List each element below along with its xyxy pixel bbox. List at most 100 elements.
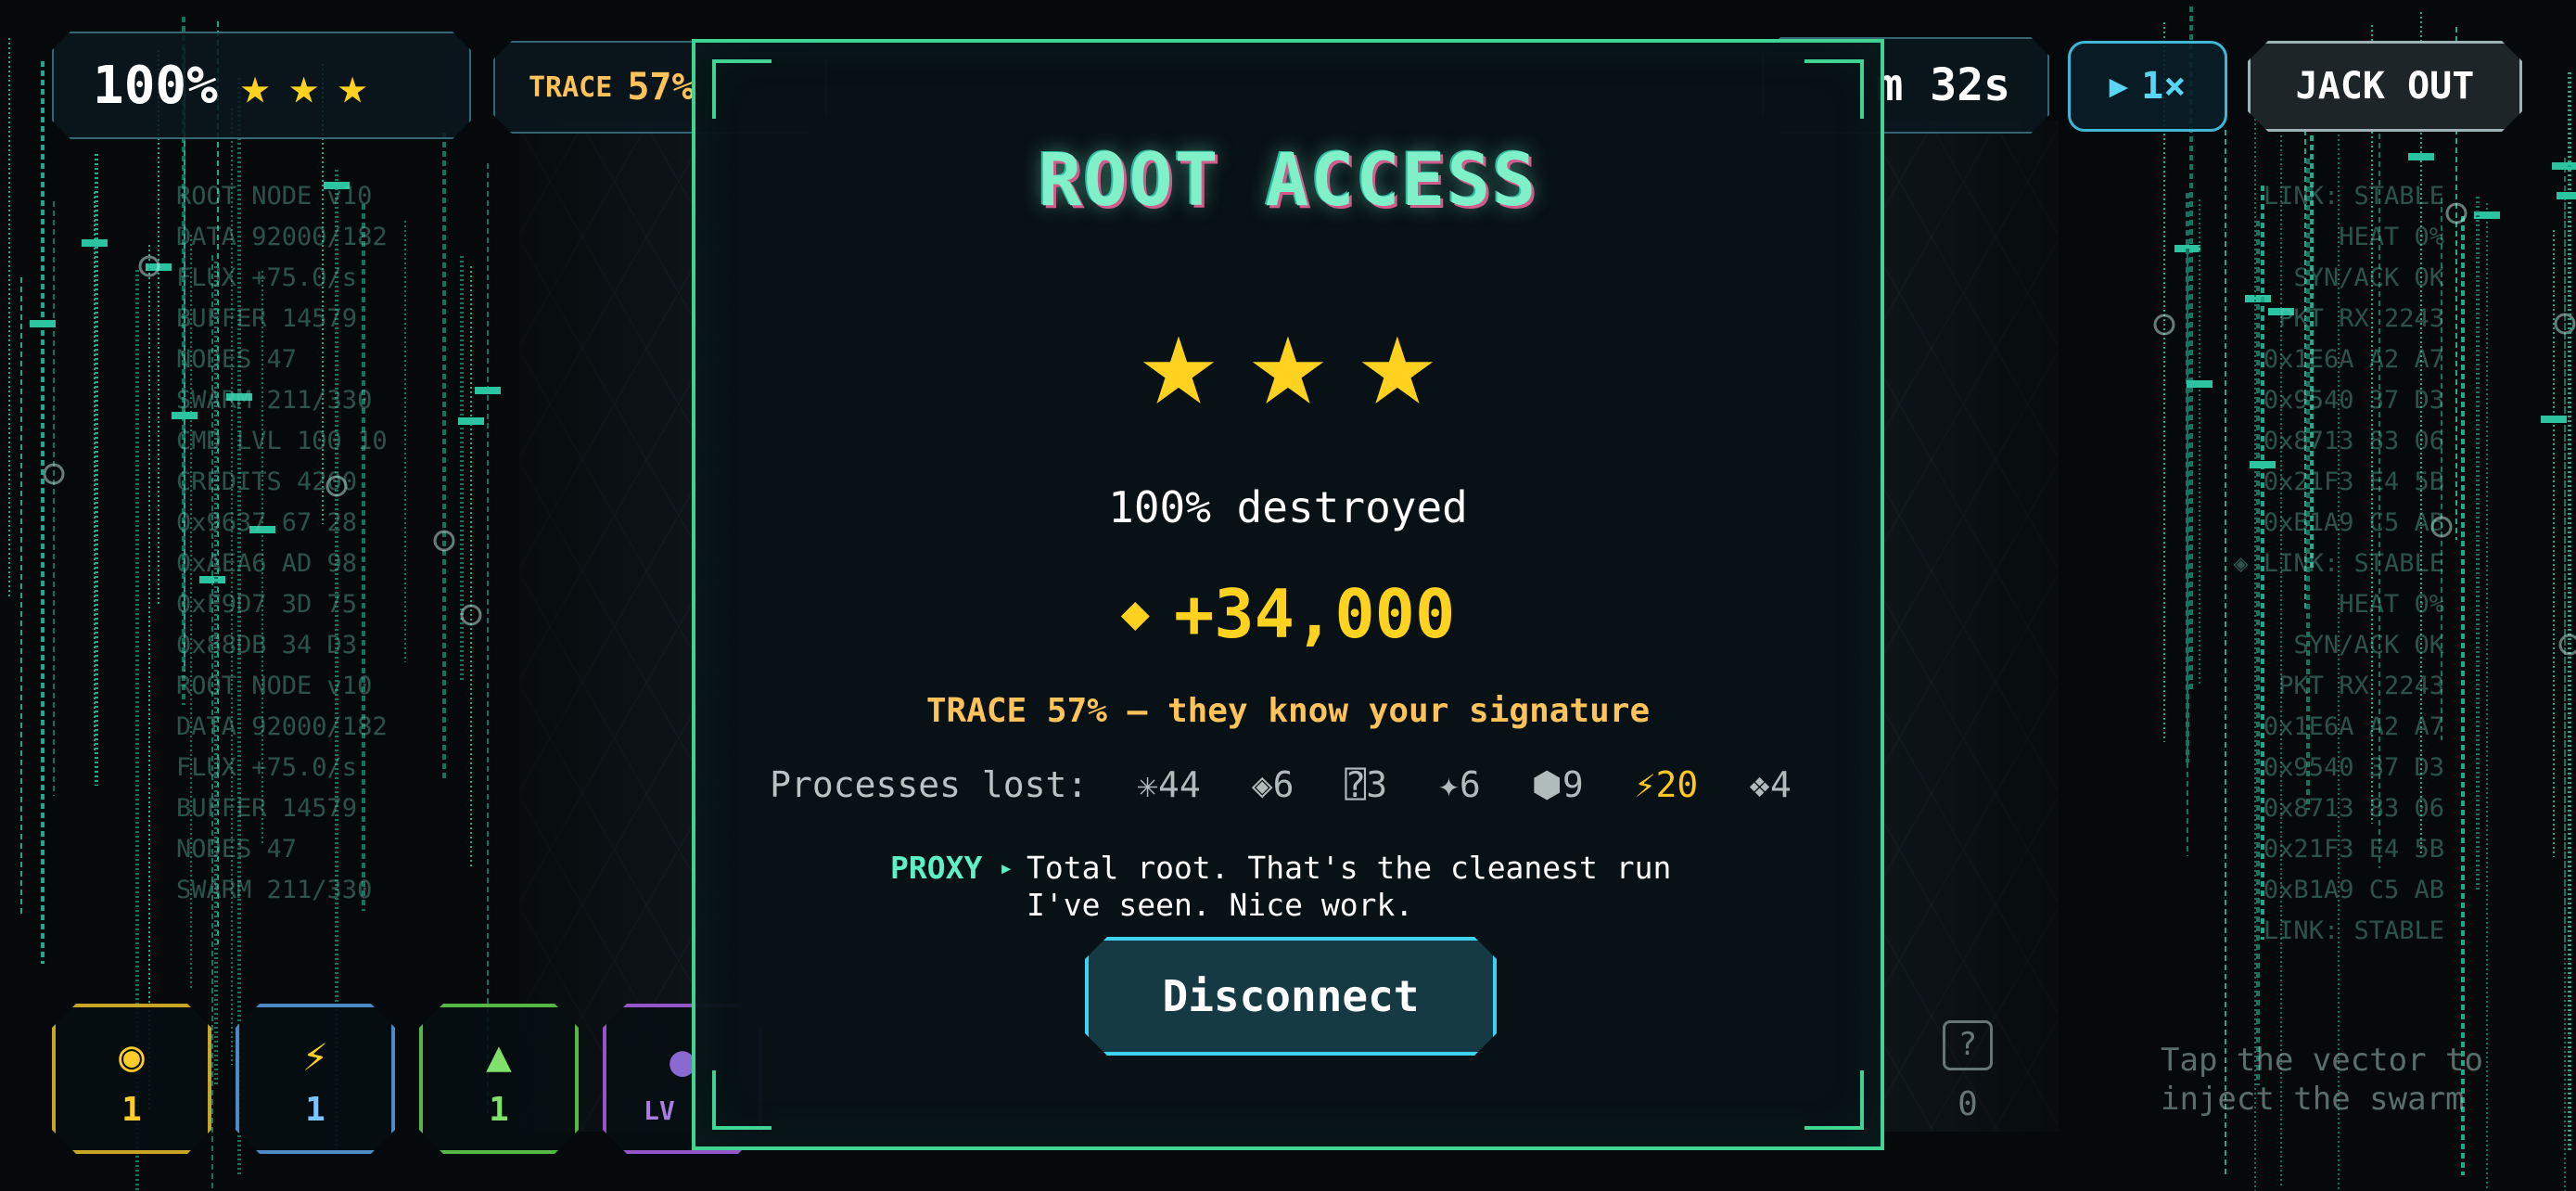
level-label: LV: [644, 1095, 675, 1126]
target-icon: ◉: [119, 1030, 145, 1081]
terminal-line: 0xAEA6 AD 98: [176, 549, 358, 578]
unit-count: 1: [305, 1090, 325, 1129]
processes-lost-label: Processes lost:: [770, 764, 1089, 805]
terminal-line: NODES 47: [176, 345, 298, 374]
lost-item: ✦6: [1438, 764, 1481, 805]
terminal-line: DATA 92000/182: [176, 223, 388, 251]
reward-amount: ◆ +34,000: [695, 575, 1881, 653]
terminal-line: DATA 92000/182: [176, 712, 388, 741]
bolt-icon: ⚡: [302, 1030, 328, 1081]
terminal-line: ROOT NODE v10: [176, 182, 373, 211]
terminal-line: 0x21F3 E4 5B: [2263, 467, 2444, 496]
unit-slot-target[interactable]: ◉ 1: [52, 1004, 211, 1154]
corner-bracket: [712, 59, 772, 119]
terminal-line: ROOT NODE v10: [176, 672, 373, 700]
star-icon: ★: [1358, 285, 1437, 436]
terminal-line: BUFFER 14579: [176, 794, 358, 823]
lost-item: ◈6: [1251, 764, 1294, 805]
terminal-line: SWARM 211/330: [176, 386, 373, 415]
star-icon: ★: [239, 56, 271, 115]
dialog-title: ROOT ACCESS: [1038, 139, 1538, 223]
terminal-line: CMD LVL 100 10: [176, 427, 388, 455]
circuit-pad: [458, 417, 484, 425]
star-icon: ★: [1139, 285, 1218, 436]
disconnect-button[interactable]: Disconnect: [1085, 937, 1497, 1056]
terminal-line: LINK: STABLE: [2263, 182, 2444, 211]
timer-value: m 32s: [1876, 59, 2010, 111]
terminal-line: 0x88DB 34 D3: [176, 631, 358, 660]
terminal-line: PKT RX 2243: [2278, 304, 2444, 333]
terminal-line: SWARM 211/330: [176, 876, 373, 904]
terminal-line: 0x21F3 E4 5B: [2263, 835, 2444, 864]
lost-item: ⬢9: [1531, 764, 1584, 805]
circuit-pad: [2541, 416, 2567, 423]
terminal-line: BUFFER 14579: [176, 304, 358, 333]
terminal-readout-left: ROOT NODE v10 DATA 92000/182 FLUX +75.0/s B…: [176, 176, 408, 911]
circuit-pad: [2552, 162, 2576, 170]
circuit-pad: [30, 320, 56, 327]
message-text: Total root. That's the cleanest run I've…: [1027, 850, 1672, 923]
star-icon: ★: [1248, 285, 1328, 436]
terminal-line: HEAT 0%: [2339, 590, 2444, 619]
hint-text: Tap the vector to inject the swarm: [2161, 1042, 2503, 1118]
star-icon: ★: [288, 56, 319, 115]
terminal-line: LINK: STABLE: [2263, 916, 2444, 945]
lost-item: ❖4: [1749, 764, 1792, 805]
speaker-arrow-icon: ▸: [999, 854, 1014, 882]
terminal-line: NODES 47: [176, 835, 298, 864]
trace-label: TRACE: [529, 70, 613, 104]
terminal-line: FLUX +75.0/s: [176, 263, 358, 292]
terminal-line: 0x9540 37 D3: [2263, 753, 2444, 782]
circuit-pad: [475, 387, 501, 394]
terminal-line: 0x9540 37 D3: [2263, 386, 2444, 415]
terminal-line: 0x8713 83 06: [2263, 794, 2444, 823]
terminal-line: 0x1E6A A2 A7: [2263, 712, 2444, 741]
terminal-line: FLUX +75.0/s: [176, 753, 358, 782]
circuit-pad: [82, 239, 108, 247]
terminal-line: PKT RX 2243: [2278, 672, 2444, 700]
corner-bracket: [1804, 59, 1864, 119]
play-icon: ▶: [2109, 68, 2129, 105]
terminal-line: 0x8713 83 06: [2263, 427, 2444, 455]
star-icon: ★: [337, 56, 368, 115]
circuit-pad: [2408, 153, 2434, 160]
orb-icon: ●: [670, 1035, 695, 1085]
terminal-line: SYN/ACK OK: [2293, 263, 2444, 292]
trace-warning: TRACE 57% — they know your signature: [925, 692, 1651, 730]
corner-bracket: [1804, 1070, 1864, 1130]
lost-item: ⍰3: [1345, 764, 1388, 805]
trace-value: 57%: [627, 66, 695, 109]
terminal-line: 0xB1A9 C5 AB: [2263, 876, 2444, 904]
star-rating: ★ ★ ★: [695, 291, 1881, 430]
reward-value: +34,000: [1173, 575, 1456, 653]
terminal-line: 0xF9D7 3D 75: [176, 590, 358, 619]
terminal-line: HEAT 0%: [2339, 223, 2444, 251]
terminal-line: ◈ LINK: STABLE: [2233, 549, 2444, 578]
destroyed-text: 100% destroyed: [1108, 482, 1468, 532]
speed-label: 1×: [2141, 65, 2187, 108]
triangle-icon: ▲: [486, 1030, 512, 1081]
unknown-unit-slot[interactable]: ? 0: [1921, 1020, 2014, 1123]
unknown-count: 0: [1958, 1085, 1978, 1123]
processes-lost: Processes lost: ✳44 ◈6 ⍰3 ✦6 ⬢9 ⚡20 ❖4: [695, 764, 1881, 805]
proxy-message: PROXY ▸ Total root. That's the cleanest …: [890, 850, 1706, 924]
lost-item: ⚡20: [1634, 764, 1699, 805]
speed-button[interactable]: ▶ 1×: [2068, 41, 2227, 132]
score-percent: 100%: [93, 55, 218, 116]
score-panel: 100% ★ ★ ★: [52, 32, 471, 139]
unit-count: 1: [489, 1090, 509, 1129]
jack-out-button[interactable]: JACK OUT: [2248, 41, 2522, 132]
unit-count: 1: [121, 1090, 142, 1129]
terminal-readout-right: LINK: STABLE HEAT 0% SYN/ACK OK PKT RX 2243…: [2166, 176, 2444, 952]
speaker-name: PROXY: [890, 850, 983, 886]
terminal-line: 0x1E6A A2 A7: [2263, 345, 2444, 374]
victory-dialog: ROOT ACCESS ★ ★ ★ 100% destroyed ◆ +34,00…: [692, 39, 1884, 1150]
terminal-line: 0x9637 67 28: [176, 508, 358, 537]
unit-slot-triangle[interactable]: ▲ 1: [419, 1004, 579, 1154]
terminal-line: 0xB1A9 C5 AB: [2263, 508, 2444, 537]
lost-item: ✳44: [1137, 764, 1201, 805]
question-icon: ?: [1943, 1020, 1993, 1070]
circuit-pad: [2557, 192, 2576, 199]
unit-slot-bolt[interactable]: ⚡ 1: [236, 1004, 395, 1154]
terminal-line: CREDITS 4200: [176, 467, 358, 496]
